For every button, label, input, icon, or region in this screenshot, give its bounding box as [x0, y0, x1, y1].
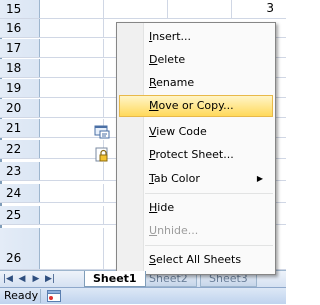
cell[interactable]: [40, 0, 104, 18]
row-header[interactable]: 25: [0, 206, 40, 224]
submenu-arrow-icon: ▶: [256, 174, 263, 183]
menu-item-label: nhide...: [157, 224, 199, 237]
menu-item-delete[interactable]: Delete: [119, 49, 273, 71]
menu-item-label: ove or Copy...: [158, 99, 234, 112]
menu-separator: [145, 193, 273, 194]
menu-item-rename[interactable]: Rename: [119, 72, 273, 94]
accel-key: S: [149, 253, 156, 266]
cell[interactable]: [40, 206, 104, 224]
cell[interactable]: [40, 39, 104, 57]
tab-sheet1[interactable]: Sheet1: [84, 271, 146, 287]
menu-item-tab-color[interactable]: Tab Color ▶: [119, 168, 273, 190]
menu-item-label: ename: [156, 76, 195, 89]
menu-item-hide[interactable]: Hide: [119, 197, 273, 219]
row-header[interactable]: 23: [0, 162, 40, 180]
menu-item-select-all-sheets[interactable]: Select All Sheets: [119, 249, 273, 271]
cell-value: 3: [266, 1, 274, 15]
menu-item-label: elect All Sheets: [155, 253, 242, 266]
cell[interactable]: [40, 59, 104, 77]
status-separator: [40, 289, 41, 303]
cell[interactable]: [168, 0, 232, 18]
menu-item-view-code[interactable]: View Code: [94, 121, 273, 143]
row-header[interactable]: 20: [0, 99, 40, 117]
menu-item-label: iew Code: [156, 125, 207, 138]
row-header[interactable]: 17: [0, 39, 40, 57]
row-header[interactable]: 19: [0, 79, 40, 97]
cell[interactable]: [104, 0, 168, 18]
row-header[interactable]: 26: [0, 228, 40, 269]
cell[interactable]: [40, 99, 104, 117]
menu-item-unhide: Unhide...: [119, 220, 273, 242]
view-code-icon: [94, 124, 110, 140]
menu-item-insert[interactable]: Insert...: [119, 26, 273, 48]
first-sheet-button[interactable]: |◀: [2, 272, 14, 286]
protect-sheet-icon: [94, 147, 110, 163]
menu-item-label: rotect Sheet...: [155, 148, 234, 161]
row-header[interactable]: 21: [0, 119, 40, 137]
status-text: Ready: [4, 289, 39, 302]
row-header[interactable]: 16: [0, 19, 40, 37]
prev-sheet-button[interactable]: ◀: [16, 272, 28, 286]
row-header[interactable]: 15: [0, 0, 40, 18]
next-sheet-button[interactable]: ▶: [30, 272, 42, 286]
macro-record-icon[interactable]: [47, 290, 61, 302]
menu-item-label: ab Color: [153, 172, 200, 185]
menu-item-label: elete: [157, 53, 186, 66]
grid-row: 15 3: [0, 0, 286, 19]
accel-key: M: [149, 99, 159, 112]
menu-item-protect-sheet[interactable]: Protect Sheet...: [95, 144, 273, 166]
status-bar: Ready: [0, 287, 286, 304]
menu-item-label: nsert...: [152, 30, 192, 43]
cell[interactable]: [40, 19, 104, 37]
menu-separator: [145, 245, 273, 246]
sheet-tab-context-menu: Insert... Delete Rename Move or Copy... …: [94, 22, 276, 275]
row-header[interactable]: 24: [0, 184, 40, 202]
cell[interactable]: [40, 162, 104, 180]
menu-item-label: ide: [157, 201, 175, 214]
cell[interactable]: [40, 228, 104, 269]
accel-key: U: [149, 224, 158, 237]
row-header[interactable]: 22: [0, 140, 40, 158]
last-sheet-button[interactable]: ▶|: [44, 272, 56, 286]
menu-item-move-or-copy[interactable]: Move or Copy...: [119, 95, 273, 117]
cell[interactable]: [40, 184, 104, 202]
cell[interactable]: [40, 79, 104, 97]
row-header[interactable]: 18: [0, 59, 40, 77]
